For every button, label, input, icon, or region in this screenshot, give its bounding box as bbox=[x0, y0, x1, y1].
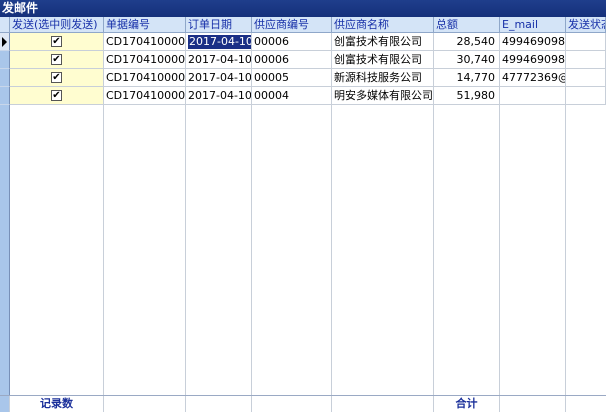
email-cell[interactable] bbox=[500, 87, 566, 105]
row-selector[interactable] bbox=[0, 51, 10, 69]
send-checkbox-cell[interactable]: ✔ bbox=[10, 33, 104, 51]
order-date-cell[interactable]: 2017-04-10 bbox=[186, 87, 252, 105]
doc-no-cell[interactable]: CD1704100003 bbox=[104, 51, 186, 69]
record-count-label: 记录数 bbox=[10, 396, 104, 412]
status-cell[interactable] bbox=[566, 69, 606, 87]
footer-cell bbox=[104, 396, 186, 412]
sum-label: 合计 bbox=[434, 396, 500, 412]
window-title: 发邮件 bbox=[0, 0, 606, 17]
row-selector[interactable] bbox=[0, 87, 10, 105]
total-cell[interactable]: 30,740 bbox=[434, 51, 500, 69]
header-doc-no[interactable]: 单据编号 bbox=[104, 17, 186, 33]
order-date-cell[interactable]: 2017-04-10 bbox=[186, 69, 252, 87]
header-row-indicator bbox=[0, 17, 10, 33]
supplier-no-cell[interactable]: 00005 bbox=[252, 69, 332, 87]
row-pointer-icon bbox=[2, 37, 7, 47]
footer-indicator bbox=[0, 396, 10, 412]
supplier-name-cell[interactable]: 创富技术有限公司 bbox=[332, 51, 434, 69]
email-grid[interactable]: 发送(选中则发送) 单据编号 订单日期 供应商编号 供应商名称 总额 E_mai… bbox=[0, 17, 606, 395]
status-cell[interactable] bbox=[566, 33, 606, 51]
checkmark-icon[interactable]: ✔ bbox=[51, 54, 62, 65]
header-email[interactable]: E_mail bbox=[500, 17, 566, 33]
send-checkbox-cell[interactable]: ✔ bbox=[10, 87, 104, 105]
supplier-name-cell[interactable]: 新源科技服务公司 bbox=[332, 69, 434, 87]
footer-cell bbox=[186, 396, 252, 412]
send-checkbox-cell[interactable]: ✔ bbox=[10, 69, 104, 87]
checkmark-icon[interactable]: ✔ bbox=[51, 90, 62, 101]
header-supplier-no[interactable]: 供应商编号 bbox=[252, 17, 332, 33]
doc-no-cell[interactable]: CD1704100001 bbox=[104, 87, 186, 105]
header-send[interactable]: 发送(选中则发送) bbox=[10, 17, 104, 33]
order-date-selected[interactable]: 2017-04-10 bbox=[188, 35, 251, 49]
row-selector[interactable] bbox=[0, 69, 10, 87]
header-send-status[interactable]: 发送状态 bbox=[566, 17, 606, 33]
supplier-no-cell[interactable]: 00006 bbox=[252, 33, 332, 51]
summary-footer: 记录数 合计 bbox=[0, 395, 606, 412]
status-cell[interactable] bbox=[566, 51, 606, 69]
supplier-no-cell[interactable]: 00004 bbox=[252, 87, 332, 105]
total-cell[interactable]: 28,540 bbox=[434, 33, 500, 51]
footer-cell bbox=[252, 396, 332, 412]
order-date-cell[interactable]: 2017-04-10 bbox=[186, 33, 252, 51]
header-total[interactable]: 总额 bbox=[434, 17, 500, 33]
email-cell[interactable]: 499469098@q bbox=[500, 51, 566, 69]
checkmark-icon[interactable]: ✔ bbox=[51, 72, 62, 83]
order-date-cell[interactable]: 2017-04-10 bbox=[186, 51, 252, 69]
footer-cell bbox=[566, 396, 606, 412]
header-order-date[interactable]: 订单日期 bbox=[186, 17, 252, 33]
footer-cell bbox=[500, 396, 566, 412]
doc-no-cell[interactable]: CD1704100002 bbox=[104, 69, 186, 87]
email-cell[interactable]: 499469098@q bbox=[500, 33, 566, 51]
status-cell[interactable] bbox=[566, 87, 606, 105]
checkmark-icon[interactable]: ✔ bbox=[51, 36, 62, 47]
footer-cell bbox=[332, 396, 434, 412]
total-cell[interactable]: 51,980 bbox=[434, 87, 500, 105]
send-checkbox-cell[interactable]: ✔ bbox=[10, 51, 104, 69]
supplier-no-cell[interactable]: 00006 bbox=[252, 51, 332, 69]
doc-no-cell[interactable]: CD1704100004 bbox=[104, 33, 186, 51]
total-cell[interactable]: 14,770 bbox=[434, 69, 500, 87]
supplier-name-cell[interactable]: 创富技术有限公司 bbox=[332, 33, 434, 51]
email-cell[interactable]: 47772369@qq bbox=[500, 69, 566, 87]
header-supplier-name[interactable]: 供应商名称 bbox=[332, 17, 434, 33]
row-selector[interactable] bbox=[0, 33, 10, 51]
supplier-name-cell[interactable]: 明安多媒体有限公司 bbox=[332, 87, 434, 105]
